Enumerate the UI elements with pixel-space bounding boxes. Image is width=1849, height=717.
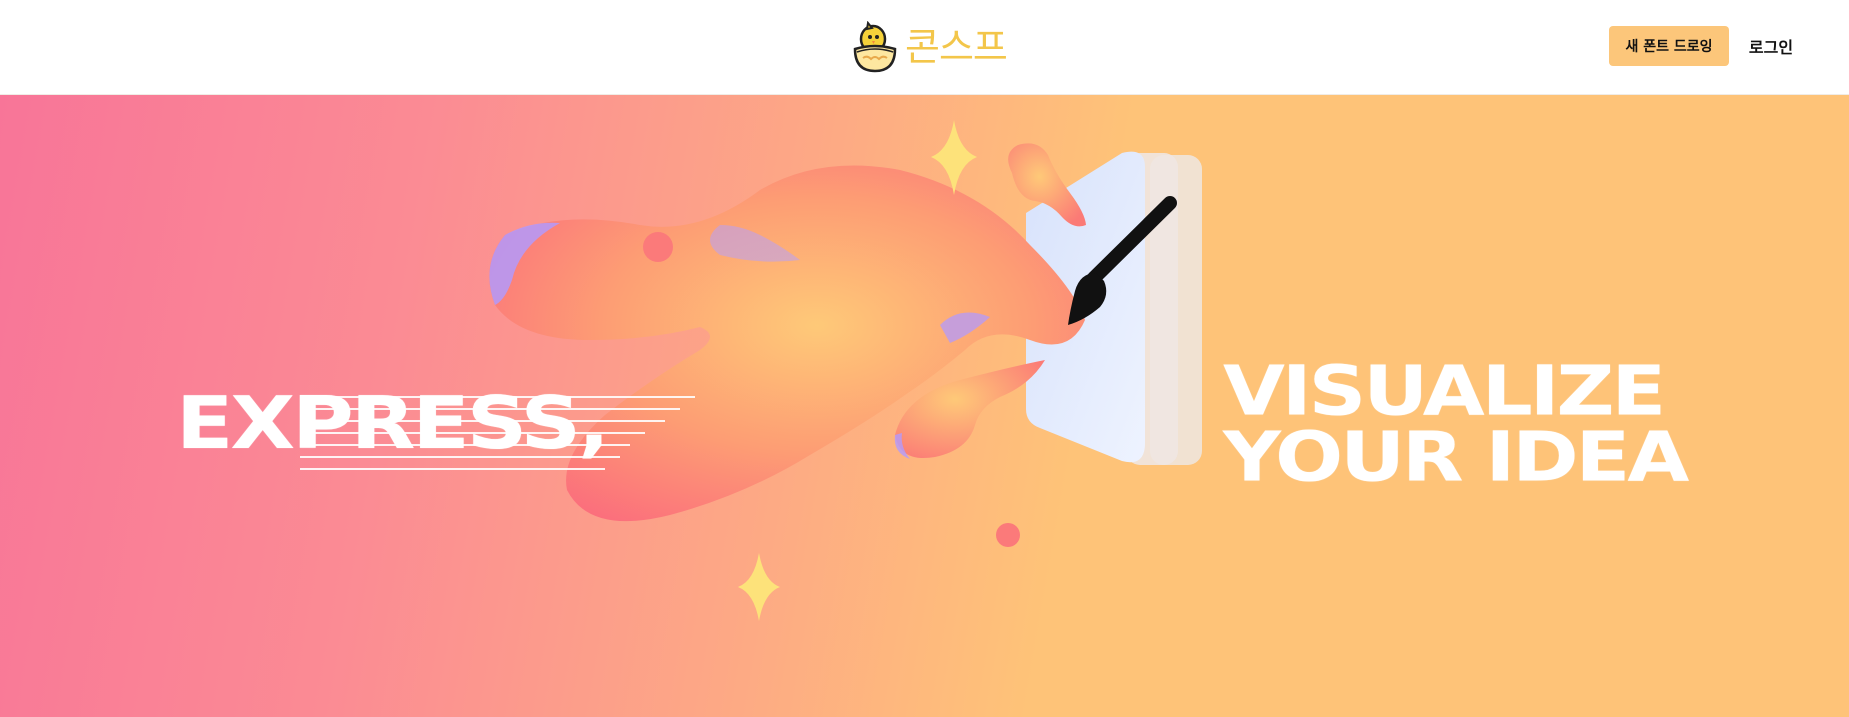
paint-dot-1 xyxy=(643,232,673,262)
hero-text-visualize: VISUALIZE xyxy=(1223,350,1666,431)
sparkle-icon xyxy=(738,553,780,621)
paint-splash xyxy=(489,165,1085,522)
site-header: 콘스프 새 폰트 드로잉 로그인 xyxy=(0,0,1849,95)
hero-banner: EXPRESS, VISUALIZE YOUR IDEA xyxy=(0,95,1849,717)
hero-text-express: EXPRESS, xyxy=(176,380,610,466)
logo-text: 콘스프 xyxy=(905,25,1008,69)
hero-text-your-idea: YOUR IDEA xyxy=(1223,416,1689,497)
site-logo[interactable]: 콘스프 xyxy=(853,20,1008,74)
chick-in-bowl-icon xyxy=(853,21,897,73)
paint-dot-2 xyxy=(996,523,1020,547)
login-button[interactable]: 로그인 xyxy=(1741,26,1801,66)
new-font-drawing-button[interactable]: 새 폰트 드로잉 xyxy=(1609,26,1729,66)
